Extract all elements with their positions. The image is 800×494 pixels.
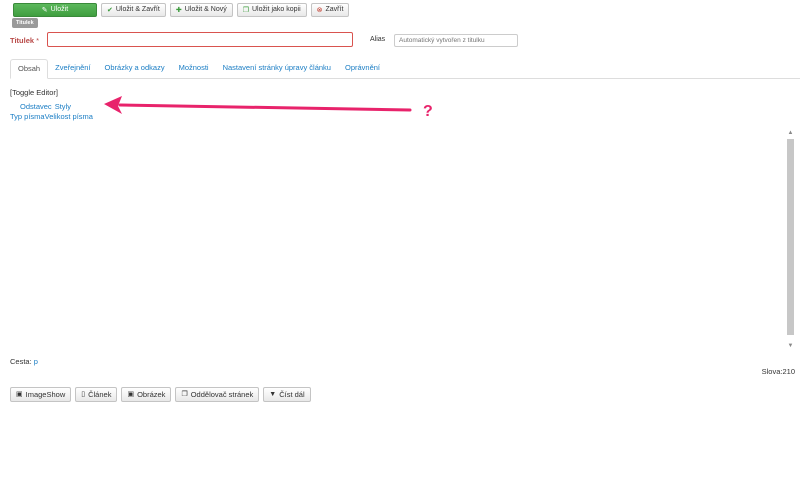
- annotation-question-mark: ?: [423, 103, 433, 120]
- annotation-arrow-line: [118, 103, 412, 112]
- annotation-overlay: ?: [104, 96, 433, 120]
